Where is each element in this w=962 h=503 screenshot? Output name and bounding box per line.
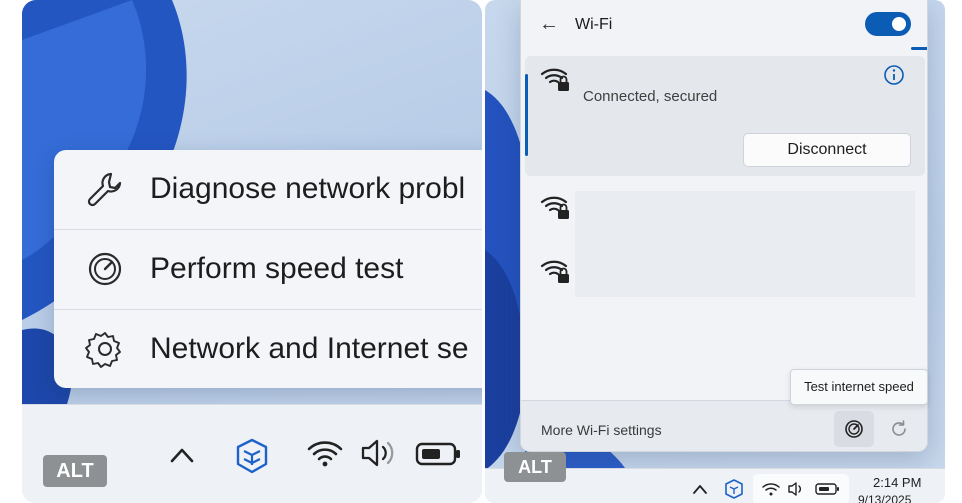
alt-badge: ALT — [504, 452, 566, 482]
wifi-toggle[interactable] — [865, 12, 911, 36]
chevron-up-icon[interactable] — [692, 483, 708, 495]
chevron-up-icon[interactable] — [168, 443, 196, 467]
network-list-item[interactable] — [525, 188, 925, 248]
system-tray-group[interactable] — [753, 474, 849, 503]
gear-icon — [85, 332, 121, 368]
secured-wifi-icon — [540, 68, 569, 91]
battery-icon — [815, 483, 839, 495]
volume-icon — [788, 482, 801, 496]
clock-time[interactable]: 2:14 PM — [873, 475, 921, 490]
menu-item-label: Diagnose network probl — [150, 172, 466, 205]
speed-test-button[interactable] — [834, 411, 874, 447]
alt-badge: ALT — [43, 455, 107, 487]
taskbar: ALT — [22, 404, 482, 503]
network-context-menu: Diagnose network probl Perform speed tes… — [54, 150, 482, 388]
speed-test-tooltip: Test internet speed — [790, 369, 928, 405]
secured-wifi-icon — [540, 260, 569, 283]
menu-item-label: Perform speed test — [150, 252, 404, 285]
refresh-icon — [892, 420, 906, 436]
speedometer-icon — [88, 252, 122, 286]
wrench-icon — [87, 172, 122, 207]
clock-date[interactable]: 9/13/2025 — [858, 493, 911, 503]
volume-icon[interactable] — [359, 437, 401, 469]
scroll-indicator — [911, 47, 927, 50]
left-zoom-panel: Diagnose network probl Perform speed tes… — [22, 0, 482, 503]
network-app-icon[interactable] — [233, 437, 271, 475]
connected-network-card[interactable]: Connected, secured Disconnect — [525, 56, 925, 176]
wifi-icon[interactable] — [305, 437, 345, 469]
flyout-footer: More Wi-Fi settings — [521, 400, 927, 451]
selection-accent-bar — [525, 74, 528, 156]
battery-icon[interactable] — [415, 441, 463, 467]
network-app-icon[interactable] — [723, 478, 745, 500]
right-zoom-panel: ← Wi-Fi Connected, secured Disconnect Mo… — [485, 0, 945, 503]
network-list-item[interactable] — [525, 252, 925, 312]
flyout-title: Wi-Fi — [575, 16, 613, 33]
connection-status: Connected, secured — [583, 88, 718, 105]
info-icon[interactable] — [883, 64, 905, 86]
menu-item-network-settings[interactable]: Network and Internet se — [54, 310, 482, 389]
secured-wifi-icon — [540, 196, 569, 219]
flyout-header: ← Wi-Fi — [521, 0, 927, 52]
refresh-button[interactable] — [881, 411, 917, 447]
menu-item-label: Network and Internet se — [150, 332, 469, 365]
menu-item-speed-test[interactable]: Perform speed test — [54, 230, 482, 309]
wifi-icon — [762, 483, 780, 496]
speedometer-icon — [845, 420, 863, 438]
menu-item-diagnose[interactable]: Diagnose network probl — [54, 150, 482, 229]
toggle-knob — [892, 17, 906, 31]
disconnect-button[interactable]: Disconnect — [743, 133, 911, 167]
more-wifi-settings-link[interactable]: More Wi-Fi settings — [541, 422, 662, 438]
back-arrow-icon[interactable]: ← — [539, 13, 559, 36]
